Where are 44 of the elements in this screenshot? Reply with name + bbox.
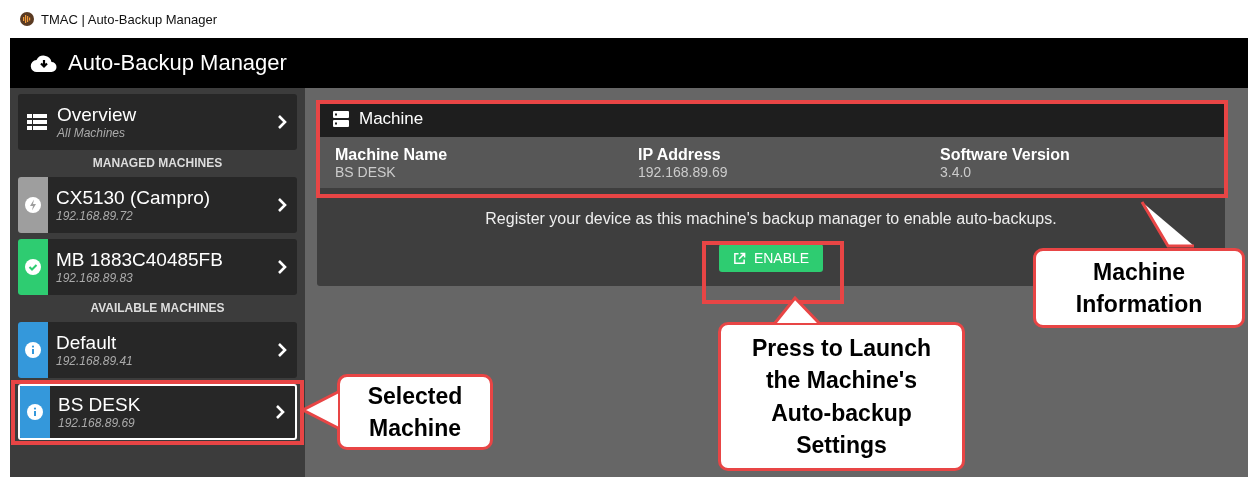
item-sublabel: All Machines bbox=[57, 126, 127, 140]
machine-ip: 192.168.89.69 bbox=[58, 416, 136, 430]
machine-ip: 192.168.89.72 bbox=[56, 209, 134, 223]
info-icon bbox=[25, 342, 41, 358]
card-title: Machine bbox=[359, 108, 424, 129]
machine-item[interactable]: BS DESK 192.168.89.69 bbox=[18, 384, 297, 440]
cloud-download-icon bbox=[30, 53, 58, 73]
callout-text: Press to Launch the Machine's Auto-backup Settings bbox=[751, 334, 932, 460]
machine-item[interactable]: Default 192.168.89.41 bbox=[18, 322, 297, 378]
machine-ip: 192.168.89.83 bbox=[56, 271, 134, 285]
overview-item[interactable]: Overview All Machines bbox=[18, 94, 297, 150]
section-heading: AVAILABLE MACHINES bbox=[89, 301, 226, 315]
external-link-icon bbox=[732, 251, 746, 265]
list-icon bbox=[27, 114, 47, 130]
machine-name: Default bbox=[56, 332, 118, 354]
section-heading: MANAGED MACHINES bbox=[91, 156, 224, 170]
item-label: Overview bbox=[57, 104, 138, 126]
app-title: Auto-Backup Manager bbox=[68, 50, 287, 76]
field-label: Software Version bbox=[940, 146, 1071, 164]
machine-name: MB 1883C40485FB bbox=[56, 249, 224, 271]
info-icon bbox=[27, 404, 43, 420]
machine-ip: 192.168.89.41 bbox=[56, 354, 134, 368]
chevron-right-icon bbox=[277, 259, 287, 275]
machine-name: BS DESK bbox=[58, 394, 142, 416]
field-value: 192.168.89.69 bbox=[638, 164, 729, 180]
app-logo-icon bbox=[20, 12, 34, 26]
check-circle-icon bbox=[25, 259, 41, 275]
machine-item[interactable]: MB 1883C40485FB 192.168.89.83 bbox=[18, 239, 297, 295]
chevron-right-icon bbox=[277, 342, 287, 358]
machine-name: CX5130 (Campro) bbox=[56, 187, 212, 209]
field-value: 3.4.0 bbox=[940, 164, 973, 180]
field-value: BS DESK bbox=[335, 164, 397, 180]
chevron-right-icon bbox=[277, 197, 287, 213]
field-label: Machine Name bbox=[335, 146, 449, 164]
field-label: IP Address bbox=[638, 146, 722, 164]
server-icon bbox=[333, 110, 349, 127]
callout-text: Selected Machine bbox=[366, 381, 464, 443]
lightning-icon bbox=[25, 197, 41, 213]
machine-item[interactable]: CX5130 (Campro) 192.168.89.72 bbox=[18, 177, 297, 233]
register-message: Register your device as this machine's backup manager to enable auto-backups. bbox=[485, 210, 1057, 228]
chevron-right-icon bbox=[277, 114, 287, 130]
window-title: TMAC | Auto-Backup Manager bbox=[41, 11, 218, 27]
chevron-right-icon bbox=[275, 404, 285, 420]
callout-text: Machine Information bbox=[1074, 257, 1204, 319]
